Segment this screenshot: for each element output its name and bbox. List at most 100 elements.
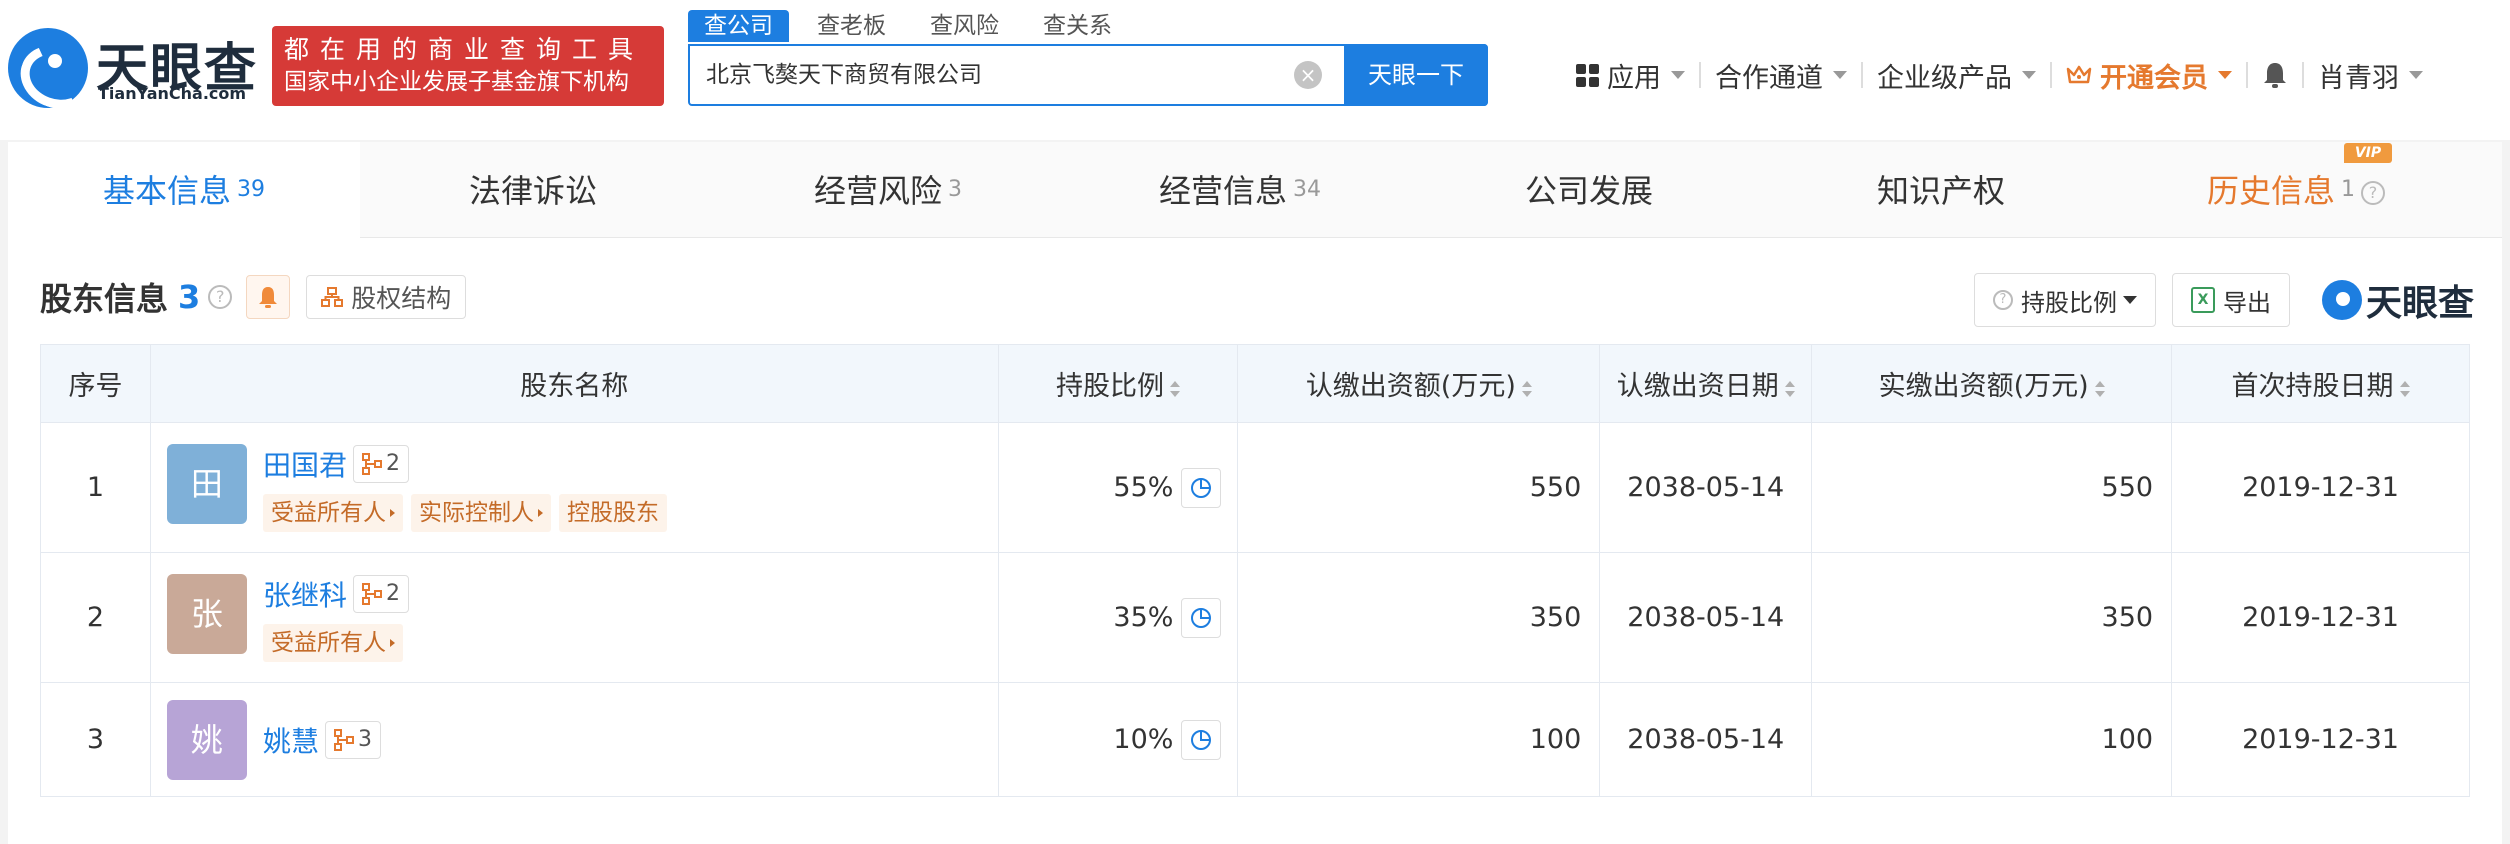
nav-user[interactable]: 肖青羽 <box>2318 56 2423 95</box>
tag-beneficial-owner[interactable]: 受益所有人 <box>262 623 403 662</box>
clear-icon[interactable]: × <box>1294 61 1322 89</box>
bell-icon[interactable] <box>2262 61 2288 89</box>
tab-basic-info[interactable]: 基本信息 39 <box>8 142 360 238</box>
subscribed-date: 2038-05-14 <box>1599 682 1813 797</box>
shareholder-table: 序号 股东名称 持股比例 认缴出资额(万元) 认缴出资日期 实缴出资额(万元) … <box>40 344 2470 797</box>
excel-icon: X <box>2190 287 2215 313</box>
col-header-name: 股东名称 <box>149 344 999 423</box>
holder-name-link[interactable]: 姚慧 <box>263 720 319 760</box>
equity-structure-button[interactable]: 股权结构 <box>306 275 467 319</box>
sort-icon[interactable] <box>2399 381 2410 397</box>
logo-subtext: TianYanCha.com <box>98 84 247 103</box>
help-icon: ? <box>1992 290 2013 310</box>
tab-label: 经营信息 <box>1158 172 1287 210</box>
relation-button[interactable]: 2 <box>352 574 409 613</box>
tab-development[interactable]: 公司发展 <box>1416 142 1768 238</box>
search-area: 查公司 查老板 查风险 查关系 × 天眼一下 <box>688 10 1488 106</box>
col-header-first-date[interactable]: 首次持股日期 <box>2171 344 2470 423</box>
tab-label: 公司发展 <box>1524 172 1653 210</box>
chevron-right-icon <box>389 638 395 647</box>
help-icon[interactable]: ? <box>208 285 233 309</box>
tianyancha-logo[interactable]: 天眼查 TianYanCha.com <box>8 28 258 108</box>
pie-chart-button[interactable] <box>1181 467 1222 508</box>
search-tab-company[interactable]: 查公司 <box>688 10 789 42</box>
row-index: 2 <box>40 552 151 683</box>
chevron-right-icon <box>537 508 543 517</box>
chevron-down-icon <box>2409 71 2423 79</box>
ratio-value: 10% <box>1113 724 1174 755</box>
table-header-row: 序号 股东名称 持股比例 认缴出资额(万元) 认缴出资日期 实缴出资额(万元) … <box>40 344 2470 423</box>
pie-chart-button[interactable] <box>1181 597 1222 638</box>
ratio-cell: 35% <box>997 552 1239 683</box>
relation-count: 2 <box>385 451 400 476</box>
paid-amount: 100 <box>1811 682 2173 797</box>
first-hold-date: 2019-12-31 <box>2171 422 2470 553</box>
holder-cell: 姚 姚慧 3 <box>149 682 999 797</box>
apps-grid-icon <box>1576 63 1599 87</box>
sort-icon[interactable] <box>1170 381 1180 397</box>
search-button[interactable]: 天眼一下 <box>1344 44 1488 106</box>
search-tab-boss[interactable]: 查老板 <box>801 10 902 42</box>
paid-amount: 550 <box>1811 422 2173 553</box>
nav-divider <box>2302 62 2304 88</box>
monitor-bell-button[interactable] <box>246 275 291 319</box>
tag-beneficial-owner[interactable]: 受益所有人 <box>262 493 403 532</box>
ratio-filter-dropdown[interactable]: ? 持股比例 <box>1973 273 2156 327</box>
sort-icon[interactable] <box>1521 381 1532 397</box>
subscribed-amount: 350 <box>1237 552 1601 683</box>
tag-controlling-shareholder: 控股股东 <box>558 493 667 532</box>
first-hold-date: 2019-12-31 <box>2171 552 2470 683</box>
nav-divider <box>2050 62 2052 88</box>
relation-graph-icon <box>361 452 382 475</box>
top-header: 天眼查 TianYanCha.com 都在用的商业查询工具 国家中小企业发展子基… <box>0 0 2510 140</box>
logo-mark-icon <box>2321 280 2362 320</box>
search-tab-risk[interactable]: 查风险 <box>914 10 1015 42</box>
col-header-subscribed-date[interactable]: 认缴出资日期 <box>1599 344 1813 423</box>
tab-history[interactable]: 历史信息 1? <box>2120 142 2472 238</box>
col-header-index: 序号 <box>40 344 151 423</box>
sort-icon[interactable] <box>2094 381 2105 397</box>
holder-name-link[interactable]: 张继科 <box>263 574 347 614</box>
promo-banner[interactable]: 都在用的商业查询工具 国家中小企业发展子基金旗下机构 <box>272 26 664 106</box>
relation-button[interactable]: 2 <box>352 444 409 483</box>
tab-ip[interactable]: 知识产权 <box>1768 142 2120 238</box>
tab-count: 1 <box>2341 177 2355 202</box>
chevron-right-icon <box>389 508 395 517</box>
col-header-paid-amount[interactable]: 实缴出资额(万元) <box>1811 344 2173 423</box>
tab-count: 3 <box>948 177 962 202</box>
ratio-filter-label: 持股比例 <box>2020 288 2117 317</box>
section-tools: ? 持股比例 X 导出 天眼查 <box>1973 272 2502 328</box>
tab-legal[interactable]: 法律诉讼 <box>360 142 712 238</box>
chevron-down-icon <box>1671 71 1685 79</box>
ratio-cell: 55% <box>997 422 1239 553</box>
nav-enterprise[interactable]: 企业级产品 <box>1877 56 2036 95</box>
search-tab-relation[interactable]: 查关系 <box>1027 10 1128 42</box>
col-header-subscribed-amount[interactable]: 认缴出资额(万元) <box>1237 344 1601 423</box>
tag-actual-controller[interactable]: 实际控制人 <box>410 493 551 532</box>
search-box: × 天眼一下 <box>688 44 1488 106</box>
relation-graph-icon <box>361 582 382 605</box>
relation-button[interactable]: 3 <box>324 720 381 759</box>
nav-partner[interactable]: 合作通道 <box>1715 56 1847 95</box>
org-chart-icon <box>321 287 344 307</box>
help-icon[interactable]: ? <box>2361 181 2385 205</box>
search-input[interactable] <box>706 46 1306 104</box>
sort-icon[interactable] <box>1784 381 1795 397</box>
nav-vip[interactable]: 开通会员 <box>2066 56 2232 95</box>
logo-mark-icon <box>8 28 88 108</box>
shareholder-section-header: 股东信息 3 ? 股权结构 <box>40 272 467 322</box>
pie-chart-button[interactable] <box>1181 719 1222 760</box>
tab-operation[interactable]: 经营信息 34 <box>1064 142 1416 238</box>
holder-name-link[interactable]: 田国君 <box>263 444 347 484</box>
bell-icon <box>259 287 278 308</box>
crown-icon <box>2066 65 2092 84</box>
relation-count: 3 <box>357 727 372 752</box>
nav-apps[interactable]: 应用 <box>1576 56 1685 95</box>
chevron-down-icon <box>2122 296 2137 304</box>
nav-divider <box>1699 62 1701 88</box>
export-label: 导出 <box>2222 288 2271 317</box>
tab-risk[interactable]: 经营风险 3 <box>712 142 1064 238</box>
export-button[interactable]: X 导出 <box>2171 273 2290 327</box>
col-header-ratio[interactable]: 持股比例 <box>997 344 1239 423</box>
vip-badge: VIP <box>2344 143 2392 163</box>
